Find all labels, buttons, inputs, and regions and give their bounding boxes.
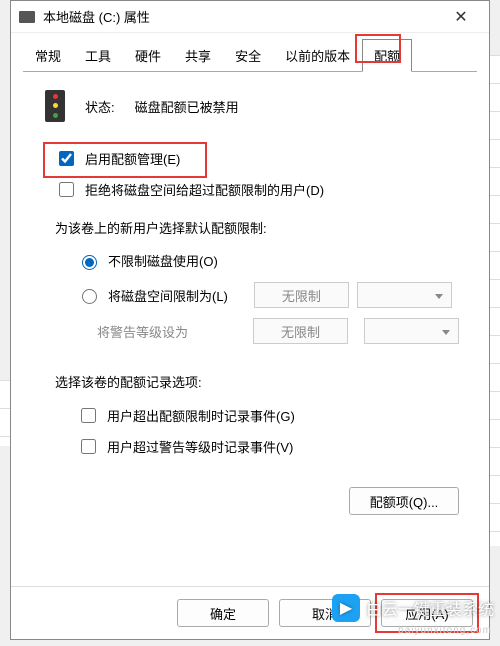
titlebar: 本地磁盘 (C:) 属性 ✕ xyxy=(11,1,489,33)
deny-over-quota-checkbox[interactable] xyxy=(59,182,74,197)
limit-value-input[interactable]: 无限制 xyxy=(254,282,349,308)
radio-limit[interactable] xyxy=(82,289,97,304)
radio-nolimit-label: 不限制磁盘使用(O) xyxy=(108,251,218,270)
radio-nolimit-row[interactable]: 不限制磁盘使用(O) xyxy=(77,251,463,270)
tab-security[interactable]: 安全 xyxy=(223,39,273,72)
enable-quota-label: 启用配额管理(E) xyxy=(85,149,180,168)
tab-sharing[interactable]: 共享 xyxy=(173,39,223,72)
status-text: 磁盘配额已被禁用 xyxy=(135,97,239,116)
radio-limit-label: 将磁盘空间限制为(L) xyxy=(108,286,228,305)
log-over-quota-row[interactable]: 用户超出配额限制时记录事件(G) xyxy=(77,405,463,426)
log-over-quota-checkbox[interactable] xyxy=(81,408,96,423)
tab-quota[interactable]: 配额 xyxy=(362,39,412,72)
default-limit-heading: 为该卷上的新用户选择默认配额限制: xyxy=(55,218,463,237)
close-button[interactable]: ✕ xyxy=(441,7,481,27)
enable-quota-checkbox[interactable] xyxy=(59,151,74,166)
warn-unit-combo[interactable] xyxy=(364,318,459,344)
log-over-warn-checkbox[interactable] xyxy=(81,439,96,454)
tab-tools[interactable]: 工具 xyxy=(73,39,123,72)
ok-button[interactable]: 确定 xyxy=(177,599,269,627)
enable-quota-row[interactable]: 启用配额管理(E) xyxy=(55,148,463,169)
quota-entries-button[interactable]: 配额项(Q)... xyxy=(349,487,459,515)
radio-limit-row[interactable]: 将磁盘空间限制为(L) 无限制 xyxy=(77,282,463,308)
watermark-url: baiyunxitong.com xyxy=(398,625,492,636)
drive-icon xyxy=(19,11,35,23)
log-options-heading: 选择该卷的配额记录选项: xyxy=(55,372,463,391)
watermark-brand: 白云一键重装系统 xyxy=(366,596,494,620)
tab-hardware[interactable]: 硬件 xyxy=(123,39,173,72)
log-over-warn-label: 用户超过警告等级时记录事件(V) xyxy=(107,437,293,456)
warn-level-row: 将警告等级设为 无限制 xyxy=(97,318,463,344)
log-over-warn-row[interactable]: 用户超过警告等级时记录事件(V) xyxy=(77,436,463,457)
radio-nolimit[interactable] xyxy=(82,255,97,270)
watermark: ▶ 白云一键重装系统 xyxy=(332,594,494,622)
tab-strip: 常规 工具 硬件 共享 安全 以前的版本 配额 xyxy=(11,33,489,72)
status-row: 状态: 磁盘配额已被禁用 xyxy=(45,90,463,122)
window-title: 本地磁盘 (C:) 属性 xyxy=(43,7,441,26)
tab-previous-versions[interactable]: 以前的版本 xyxy=(273,39,362,72)
watermark-icon: ▶ xyxy=(332,594,360,622)
tab-general[interactable]: 常规 xyxy=(23,39,73,72)
quota-entries-row: 配额项(Q)... xyxy=(37,487,463,515)
properties-dialog: 本地磁盘 (C:) 属性 ✕ 常规 工具 硬件 共享 安全 以前的版本 配额 状… xyxy=(10,0,490,640)
warn-level-label: 将警告等级设为 xyxy=(97,322,237,341)
limit-unit-combo[interactable] xyxy=(357,282,452,308)
deny-over-quota-label: 拒绝将磁盘空间给超过配额限制的用户(D) xyxy=(85,180,324,199)
status-label: 状态: xyxy=(85,97,115,116)
traffic-light-icon xyxy=(45,90,65,122)
tab-content: 状态: 磁盘配额已被禁用 启用配额管理(E) 拒绝将磁盘空间给超过配额限制的用户… xyxy=(11,72,489,586)
deny-over-quota-row[interactable]: 拒绝将磁盘空间给超过配额限制的用户(D) xyxy=(55,179,463,200)
log-over-quota-label: 用户超出配额限制时记录事件(G) xyxy=(107,406,295,425)
warn-value-input[interactable]: 无限制 xyxy=(253,318,348,344)
